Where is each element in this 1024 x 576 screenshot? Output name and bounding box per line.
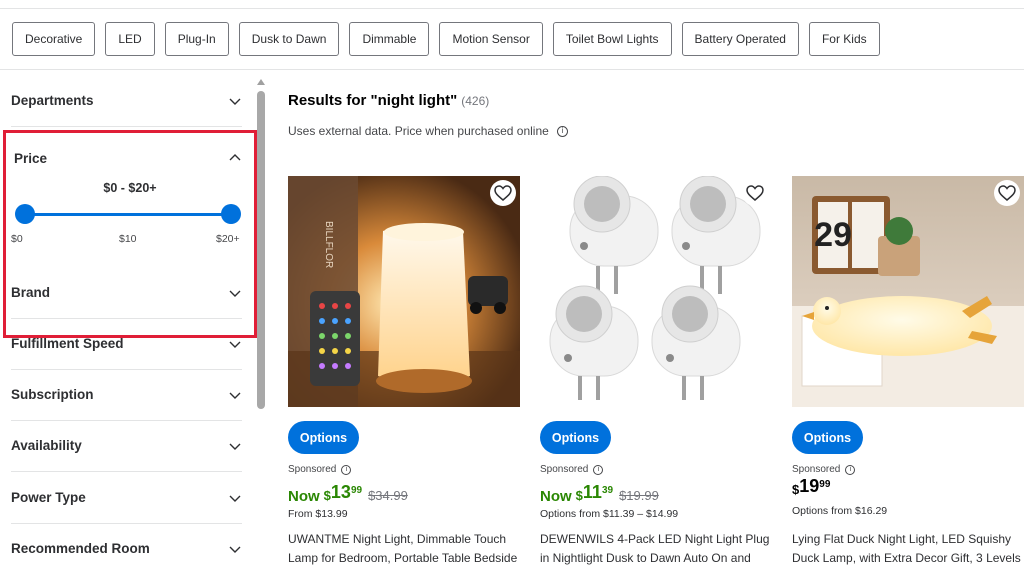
facet-label: Availability [11,438,82,453]
sponsored-text: Sponsored [288,464,337,475]
chevron-down-icon [229,546,241,553]
price-from-text: From $13.99 [288,508,348,520]
product-title-link[interactable]: Lying Flat Duck Night Light, LED Squishy… [792,530,1024,570]
favorite-button[interactable] [994,180,1020,206]
price-filter-title: Price [14,151,48,166]
product-image[interactable] [540,176,772,407]
price-range-value: $0 - $20+ [103,181,157,195]
box-brand-text: BILLFLOR [323,221,334,268]
options-button[interactable]: Options [792,421,863,454]
info-icon[interactable]: i [341,464,352,475]
facet-label: Power Type [11,490,86,505]
heart-icon [746,185,764,201]
info-icon[interactable]: i [593,464,604,475]
results-title: Results for "night light" [288,92,458,109]
price-tick-mid: $10 [119,233,137,245]
scroll-up-arrow-icon[interactable] [257,79,265,85]
favorite-button[interactable] [490,180,516,206]
external-data-text: Uses external data. Price when purchased… [288,124,549,138]
facet-label: Departments [11,93,94,108]
price-cents: 99 [350,485,363,496]
sidebar-scrollbar[interactable] [257,79,265,576]
facet-label: Brand [11,285,51,300]
facet-recommended-room[interactable]: Recommended Room [11,524,242,575]
product-price: Now $ 13 99 $34.99 [288,482,408,505]
options-button[interactable]: Options [288,421,359,454]
sponsored-text: Sponsored [792,464,841,475]
price-dollars: 19 [799,476,820,496]
chip-plug-in[interactable]: Plug-In [164,22,229,56]
facet-label: Recommended Room [11,541,150,556]
product-image[interactable]: 29 [792,176,1024,407]
facet-subscription[interactable]: Subscription [11,370,242,421]
price-from-text: Options from $11.39 – $14.99 [540,508,679,520]
price-slider-min-handle[interactable] [15,204,35,224]
chip-for-kids[interactable]: For Kids [808,22,880,56]
scrollbar-thumb[interactable] [257,91,265,409]
info-icon[interactable]: i [556,125,568,137]
facet-label: Subscription [11,387,94,402]
product-card[interactable]: 29 Options Sponsored i $ 19 99 Options f… [792,176,1024,576]
product-price: Now $ 11 39 $19.99 [540,482,659,505]
price-slider-max-handle[interactable] [221,204,241,224]
product-price: $ 19 99 [792,476,830,497]
chevron-down-icon [229,341,241,348]
now-label: Now [288,488,320,505]
facet-fulfillment-speed[interactable]: Fulfillment Speed [11,319,242,370]
price-dollars: 13 [330,482,351,502]
price-cents: 99 [819,479,831,490]
product-title-link[interactable]: UWANTME Night Light, Dimmable Touch Lamp… [288,530,520,570]
sponsored-text: Sponsored [540,464,589,475]
filter-sidebar: Departments Price $0 - $20+ $0 $10 $20+ … [0,70,257,576]
chip-dimmable[interactable]: Dimmable [349,22,430,56]
chip-toilet-bowl-lights[interactable]: Toilet Bowl Lights [552,22,672,56]
chevron-up-icon[interactable] [228,151,242,165]
facet-departments[interactable]: Departments [11,76,242,127]
price-cents: 39 [601,485,614,496]
chevron-down-icon [229,495,241,502]
chevron-down-icon [229,290,241,297]
options-button[interactable]: Options [540,421,611,454]
product-card[interactable]: Options Sponsored i Now $ 11 39 $19.99 O… [540,176,772,576]
price-dollars: 11 [582,482,602,502]
favorite-button[interactable] [742,180,768,206]
chip-motion-sensor[interactable]: Motion Sensor [439,22,543,56]
chip-decorative[interactable]: Decorative [12,22,96,56]
chevron-down-icon [229,98,241,105]
facet-brand[interactable]: Brand [11,268,242,319]
price-currency: $ [575,488,583,503]
filter-chip-bar: Decorative LED Plug-In Dusk to Dawn Dimm… [12,22,880,56]
chip-dusk-to-dawn[interactable]: Dusk to Dawn [238,22,340,56]
sponsored-label: Sponsored i [792,464,856,475]
heart-icon [494,185,512,201]
facet-availability[interactable]: Availability [11,421,242,472]
chevron-down-icon [229,443,241,450]
price-currency: $ [792,482,800,497]
price-from-text: Options from $16.29 [792,505,888,517]
calendar-day-text: 29 [814,216,852,254]
facet-power-type[interactable]: Power Type [11,473,242,524]
product-image[interactable]: BILLFLOR [288,176,520,407]
chevron-down-icon [229,392,241,399]
price-tick-max: $20+ [216,233,240,245]
chip-led[interactable]: LED [105,22,155,56]
sponsored-label: Sponsored i [540,464,604,475]
info-icon[interactable]: i [845,464,856,475]
price-slider-track[interactable] [23,213,233,216]
price-tick-min: $0 [11,233,23,245]
now-label: Now [540,488,572,505]
sponsored-label: Sponsored i [288,464,352,475]
facet-label: Fulfillment Speed [11,336,124,351]
product-title-link[interactable]: DEWENWILS 4-Pack LED Night Light Plug in… [540,530,772,570]
chip-battery-operated[interactable]: Battery Operated [681,22,799,56]
top-divider [0,8,1024,9]
product-card[interactable]: BILLFLOR Options Sponsored i Now $ 13 99… [288,176,520,576]
results-count: (426) [461,94,490,108]
was-price: $34.99 [368,488,408,503]
was-price: $19.99 [619,488,659,503]
external-data-note: Uses external data. Price when purchased… [288,124,568,138]
heart-icon [998,185,1016,201]
price-currency: $ [323,488,331,503]
results-heading: Results for "night light" (426) [288,92,489,109]
